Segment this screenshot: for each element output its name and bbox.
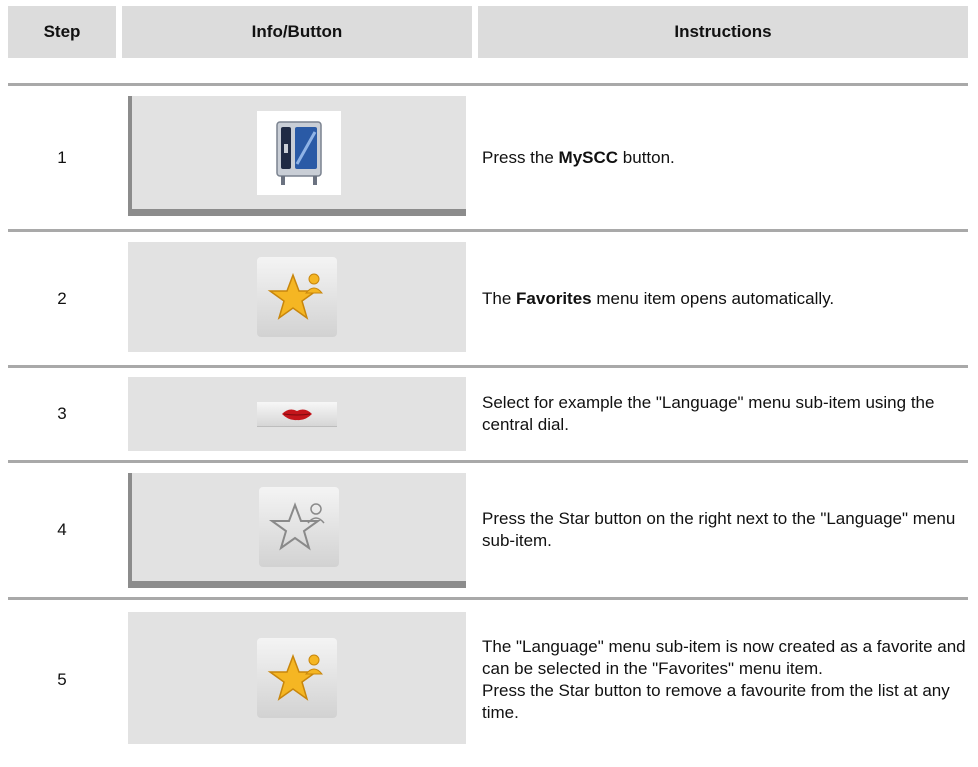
instruction-keyword: MySCC	[558, 147, 619, 167]
step-number: 4	[57, 520, 67, 539]
step-number: 2	[57, 288, 67, 308]
instruction-text: Press the MySCC button.	[482, 86, 966, 229]
step-number: 5	[57, 670, 67, 689]
info-button-panel	[128, 242, 466, 352]
instruction-fragment: Press the	[482, 147, 559, 167]
header-info-button: Info/Button	[122, 6, 472, 58]
instruction-text: The Favorites menu item opens automatica…	[482, 232, 966, 365]
instruction-fragment: Press the Star button to remove a favour…	[482, 681, 950, 722]
myscc-oven-icon[interactable]	[257, 110, 341, 195]
info-button-panel	[128, 377, 466, 451]
instruction-fragment: The	[482, 288, 517, 308]
instruction-fragment: Select for example the "Language" menu s…	[482, 393, 935, 434]
instruction-keyword: Favorites	[516, 288, 592, 308]
favorites-star-icon[interactable]	[257, 257, 337, 337]
instruction-fragment: button.	[618, 147, 675, 167]
step-number: 3	[57, 404, 67, 423]
instruction-fragment: Press the Star button on the right next …	[482, 509, 956, 550]
instruction-text: Press the Star button on the right next …	[482, 463, 966, 597]
header-step: Step	[8, 6, 116, 58]
instruction-text: The "Language" menu sub-item is now crea…	[482, 600, 966, 760]
instruction-fragment: menu item opens automatically.	[591, 288, 835, 308]
instruction-fragment: The "Language" menu sub-item is now crea…	[482, 637, 966, 678]
step-number: 1	[57, 147, 67, 167]
info-button-panel	[128, 473, 466, 588]
language-lips-icon[interactable]	[257, 401, 337, 427]
star-outline-icon[interactable]	[259, 487, 339, 567]
info-button-panel	[128, 96, 466, 216]
info-button-panel	[128, 612, 466, 744]
instruction-text: Select for example the "Language" menu s…	[482, 368, 966, 460]
header-instructions: Instructions	[478, 6, 968, 58]
favorites-star-icon[interactable]	[257, 638, 337, 718]
